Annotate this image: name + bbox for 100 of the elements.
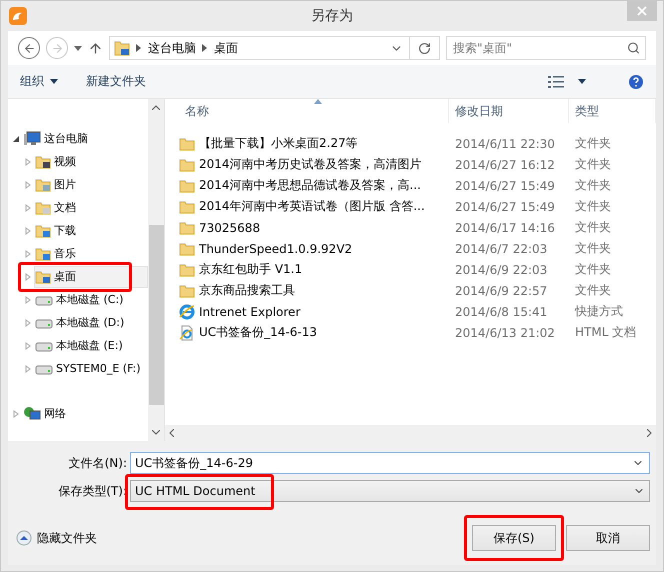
file-name[interactable]: 京东商品搜索工具: [179, 282, 449, 299]
folder-icon: [35, 246, 51, 260]
modified-date: 2014/6/27 15:49: [454, 178, 556, 192]
chevron-right-icon[interactable]: [136, 44, 142, 52]
file-type: 文件夹: [574, 177, 612, 194]
recent-locations-button[interactable]: [74, 46, 82, 50]
modified-date: 2014/6/11 22:30: [454, 136, 556, 150]
file-name[interactable]: UC书签备份_14-6-13: [179, 324, 449, 341]
list-view-icon: [548, 76, 564, 88]
breadcrumb-item[interactable]: 桌面: [214, 40, 238, 56]
file-name[interactable]: 【批量下载】小米桌面2.27等: [179, 135, 449, 152]
scroll-up-icon[interactable]: [152, 105, 160, 110]
tree-item[interactable]: 视频: [34, 150, 148, 172]
file-type: HTML 文档: [574, 324, 638, 341]
scroll-down-icon[interactable]: [152, 430, 160, 435]
file-type: 文件夹: [574, 282, 612, 299]
tree-item[interactable]: 本地磁盘 (D:): [34, 312, 148, 334]
drive-icon: [35, 340, 53, 352]
file-type: 文件夹: [574, 219, 612, 236]
dialog-button[interactable]: 取消: [566, 525, 650, 551]
view-options-button[interactable]: [548, 76, 586, 88]
file-type: 文件夹: [574, 156, 612, 173]
back-arrow-icon: [22, 42, 36, 54]
modified-date: 2014/6/8 15:41: [454, 304, 548, 318]
scroll-left-icon[interactable]: [169, 429, 174, 437]
folder-icon: [179, 220, 195, 234]
file-name-field[interactable]: UC书签备份_14-6-29: [130, 452, 650, 474]
column-header[interactable]: 类型: [569, 99, 656, 123]
hide-folders-button[interactable]: 隐藏文件夹: [16, 530, 97, 546]
chevron-right-icon[interactable]: [202, 44, 208, 52]
browser-icon: [179, 304, 195, 320]
drive-icon: [35, 362, 53, 374]
file-name[interactable]: 73025688: [179, 220, 449, 234]
tree-item[interactable]: 音乐: [34, 242, 148, 264]
folder-icon: [179, 136, 195, 150]
scroll-right-icon[interactable]: [647, 429, 652, 437]
file-name[interactable]: 2014年河南中考英语试卷（图片版 含答...: [179, 198, 449, 215]
modified-date: 2014/6/9 22:03: [454, 262, 548, 276]
file-type: 文件夹: [574, 240, 612, 257]
help-icon: [628, 74, 644, 90]
file-type: 快捷方式: [574, 303, 624, 320]
scrollbar-thumb[interactable]: [148, 225, 164, 405]
refresh-icon[interactable]: [418, 42, 431, 54]
dialog-button[interactable]: 保存(S): [472, 525, 556, 551]
column-header[interactable]: 名称: [179, 99, 449, 123]
file-type-dropdown[interactable]: UC HTML Document: [130, 480, 650, 502]
field-label: 文件名(N):: [68, 454, 128, 472]
field-label: 保存类型(T):: [57, 482, 128, 500]
folder-icon: [35, 200, 51, 214]
modified-date: 2014/6/13 21:02: [454, 326, 556, 340]
tree-item[interactable]: 这台电脑: [22, 128, 148, 150]
file-name[interactable]: 京东红包助手 V1.1: [179, 261, 449, 278]
folder-icon: [179, 158, 195, 172]
folder-icon: [179, 242, 195, 256]
modified-date: 2014/6/27 15:49: [454, 200, 556, 214]
drive-icon: [35, 294, 53, 306]
caret-icon: [74, 46, 82, 50]
file-name[interactable]: 2014河南中考历史试卷及答案，高清图片: [179, 156, 449, 173]
tree-item[interactable]: SYSTEM0_E (F:): [34, 358, 148, 380]
close-icon: [637, 6, 647, 16]
address-bar[interactable]: 这台电脑 桌面: [109, 36, 440, 60]
folder-icon: [179, 284, 195, 298]
file-name[interactable]: ThunderSpeed1.0.9.92V2: [179, 242, 449, 256]
help-button[interactable]: [628, 74, 644, 90]
computer-icon: [23, 131, 41, 146]
file-type: 文件夹: [574, 135, 612, 152]
forward-arrow-icon: [50, 42, 64, 54]
collapse-arrow-icon[interactable]: [12, 134, 20, 142]
web-document-icon: [179, 324, 195, 340]
modified-date: 2014/6/9 22:57: [454, 284, 548, 298]
file-name[interactable]: 2014河南中考思想品德试卷及答案，高...: [179, 177, 449, 194]
column-header[interactable]: 修改日期: [449, 99, 569, 123]
tree-item[interactable]: 文档: [34, 196, 148, 218]
file-name[interactable]: Intrenet Explorer: [179, 304, 449, 320]
breadcrumb-item[interactable]: 这台电脑: [148, 40, 196, 56]
toolbar-button[interactable]: 组织: [20, 73, 58, 90]
toolbar-button[interactable]: 新建文件夹: [86, 73, 146, 90]
folder-icon: [179, 178, 195, 192]
up-button[interactable]: [88, 40, 103, 56]
tree-item[interactable]: 本地磁盘 (E:): [34, 334, 148, 356]
search-icon: [627, 42, 640, 54]
app-logo-icon: [9, 7, 27, 25]
folder-icon: [35, 270, 51, 284]
search-field[interactable]: 搜索"桌面": [446, 36, 646, 60]
collapse-up-icon: [16, 530, 32, 546]
tree-item[interactable]: 网络: [22, 402, 148, 424]
folder-icon: [35, 224, 51, 238]
window-title: 另存为: [311, 7, 353, 25]
tree-item[interactable]: 下载: [34, 220, 148, 242]
file-type: 文件夹: [574, 198, 612, 215]
folder-icon: [179, 200, 195, 214]
tree-item[interactable]: 图片: [34, 174, 148, 196]
desktop-folder-icon: [114, 40, 130, 56]
caret-icon: [50, 79, 58, 84]
folder-icon: [35, 178, 51, 192]
tree-item[interactable]: 本地磁盘 (C:): [34, 288, 148, 310]
drive-icon: [35, 316, 53, 328]
tree-item[interactable]: 桌面: [34, 266, 148, 288]
back-button[interactable]: [18, 37, 40, 59]
network-icon: [23, 406, 41, 421]
